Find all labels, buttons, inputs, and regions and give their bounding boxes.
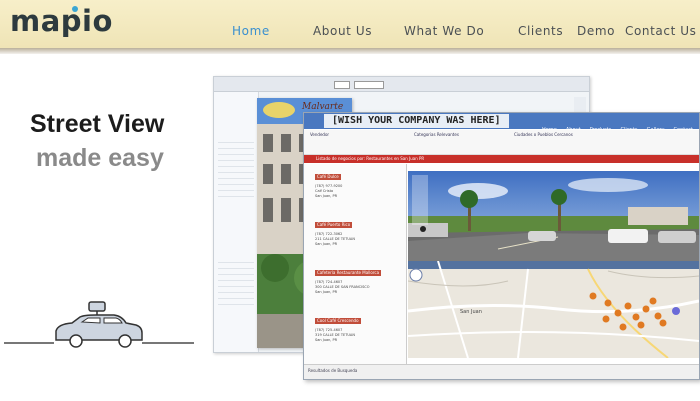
business-listings: Café Dulce (787) 977-9200 Calf Cristo Sa… (304, 164, 407, 364)
listing-title[interactable]: Café Dulce (315, 174, 341, 180)
back-sidebar (214, 92, 259, 352)
demo-banner: [WISH YOUR COMPANY WAS HERE] (324, 114, 509, 128)
listing-title[interactable]: Cafetería Restaurante Mallorca (315, 270, 382, 276)
nav-home[interactable]: Home (232, 24, 270, 38)
listing-street: 211 CALLE DE TETUAN (315, 237, 355, 241)
listing-street: 300 CALLE DE SAN FRANCISCO (315, 285, 370, 289)
street-view-panorama[interactable] (408, 171, 699, 261)
back-button (354, 81, 384, 89)
listing-street: Calf Cristo (315, 189, 334, 193)
screenshot-front-layer: [WISH YOUR COMPANY WAS HERE] Home About … (303, 112, 700, 380)
nav-what-we-do[interactable]: What We Do (404, 24, 484, 38)
back-button (334, 81, 350, 89)
list-item[interactable]: Cool Café Crescendo (787) 725-4607 319 C… (307, 318, 403, 366)
site-header: mapio Home About Us What We Do Clients D… (0, 0, 700, 48)
nav-demo[interactable]: Demo (577, 24, 615, 38)
listing-city: San Juan, PR (315, 242, 338, 246)
tagline-subtitle: made easy (36, 144, 164, 172)
results-bar: Listado de negocios por: Restaurantes en… (304, 155, 699, 163)
bottom-results-strip: Resultados de Busqueda (304, 364, 699, 379)
header-shadow (0, 48, 700, 54)
street-view-image (408, 171, 699, 261)
nav-contact-us[interactable]: Contact Us (625, 24, 697, 38)
listing-phone: (787) 722-3062 (315, 232, 343, 236)
street-view-controls[interactable] (412, 175, 428, 225)
logo[interactable]: mapio (10, 7, 113, 36)
bottom-results-label: Resultados de Busqueda (308, 368, 358, 373)
listing-city: San Juan, PR (315, 290, 338, 294)
listing-phone: (787) 724-4607 (315, 280, 343, 284)
list-item[interactable]: Cafetería Restaurante Mallorca (787) 724… (307, 270, 403, 318)
category-strip: Vendedor Categorias Relevantes Ciudades … (304, 130, 699, 155)
list-item[interactable]: Café Dulce (787) 977-9200 Calf Cristo Sa… (307, 174, 403, 222)
back-list (218, 257, 254, 307)
list-item[interactable]: Café Puerto Rico (787) 722-3062 211 CALL… (307, 222, 403, 270)
listing-street: 319 CALLE DE TETUAN (315, 333, 355, 337)
listing-phone: (787) 977-9200 (315, 184, 343, 188)
logo-dot-icon (72, 6, 78, 12)
demo-topbar: [WISH YOUR COMPANY WAS HERE] Home About … (304, 113, 699, 133)
back-list (218, 137, 254, 197)
map-city-label: San Juan (460, 309, 482, 315)
map-image (408, 261, 699, 358)
tagline-title: Street View (30, 110, 165, 138)
listing-phone: (787) 725-4607 (315, 328, 343, 332)
mid-site-title: Malvarte (302, 102, 344, 112)
map-view[interactable]: San Juan (408, 261, 699, 358)
listing-title[interactable]: Cool Café Crescendo (315, 318, 361, 324)
listing-city: San Juan, PR (315, 338, 338, 342)
cities-title: Ciudades o Pueblos Cercanos (514, 132, 573, 137)
back-toolbar (214, 77, 589, 92)
nav-clients[interactable]: Clients (518, 24, 563, 38)
listing-city: San Juan, PR (315, 194, 338, 198)
vendedor-title: Vendedor (310, 132, 330, 137)
categories-title: Categorias Relevantes (414, 132, 459, 137)
listing-title[interactable]: Café Puerto Rico (315, 222, 353, 228)
results-bar-text: Listado de negocios por: Restaurantes en… (316, 156, 425, 161)
street-view-car-icon (4, 301, 194, 348)
nav-about-us[interactable]: About Us (313, 24, 372, 38)
